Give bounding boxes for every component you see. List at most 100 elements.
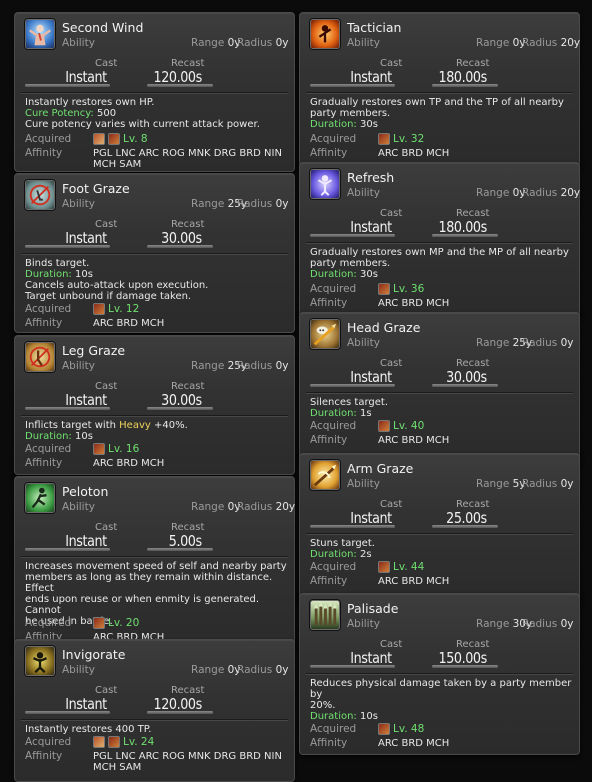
range-info: Range 5y	[476, 478, 526, 490]
tooltip-palisade: Palisade Ability Range 30y Radius 0y Cas…	[299, 593, 580, 755]
divider	[21, 556, 288, 557]
acquired-value: Lv. 8	[93, 133, 289, 145]
recast-value: 120.00s	[153, 695, 203, 713]
palisade-icon	[310, 600, 340, 630]
affinity-label: Affinity	[25, 147, 63, 159]
ability-description: Reduces physical damage taken by a party…	[310, 678, 572, 722]
ability-type: Ability	[62, 37, 95, 49]
affinity-label: Affinity	[310, 575, 348, 587]
archer-icon	[378, 723, 390, 735]
ability-type: Ability	[62, 360, 95, 372]
range-info: Range 0y	[191, 501, 241, 513]
acquired-label: Acquired	[310, 723, 357, 735]
head-graze-icon	[310, 319, 340, 349]
range-info: Range 0y	[476, 37, 526, 49]
archer-icon	[378, 420, 390, 432]
affinity-label: Affinity	[310, 434, 348, 446]
acquired-label: Acquired	[310, 133, 357, 145]
acquired-label: Acquired	[25, 303, 72, 315]
cast-value: Instant	[65, 532, 108, 550]
second-wind-icon	[25, 19, 55, 49]
radius-info: Radius 0y	[237, 198, 289, 210]
tooltip-peloton: Peloton Ability Range 0y Radius 20y Cast…	[14, 476, 295, 649]
recast-value: 25.00s	[446, 509, 487, 527]
ability-type: Ability	[347, 618, 380, 630]
ability-description: Silences target. Duration: 1s	[310, 397, 389, 419]
tooltip-foot-graze: Foot Graze Ability Range 25y Radius 0y C…	[14, 173, 295, 333]
ability-description: Stuns target. Duration: 2s	[310, 538, 375, 560]
ability-type: Ability	[347, 337, 380, 349]
tooltip-leg-graze: Leg Graze Ability Range 25y Radius 0y Ca…	[14, 335, 295, 475]
tooltip-invigorate: Invigorate Ability Range 0y Radius 0y Ca…	[14, 639, 295, 782]
archer-icon	[108, 736, 120, 748]
cast-value: Instant	[65, 695, 108, 713]
acquired-value: Lv. 12	[93, 303, 289, 315]
acquired-label: Acquired	[25, 736, 72, 748]
ability-name: Leg Graze	[62, 343, 126, 358]
radius-info: Radius 20y	[522, 187, 581, 199]
cast-value: Instant	[350, 68, 393, 86]
ability-description: Binds target. Duration: 10s Cancels auto…	[25, 258, 209, 302]
affinity-value: ARC BRD MCH	[93, 318, 165, 329]
acquired-label: Acquired	[310, 420, 357, 432]
radius-info: Radius 20y	[522, 37, 581, 49]
affinity-label: Affinity	[25, 750, 63, 762]
acquired-value: Lv. 44	[378, 561, 574, 573]
divider	[21, 92, 288, 93]
cast-value: Instant	[350, 368, 393, 386]
ability-type: Ability	[347, 37, 380, 49]
ability-name: Palisade	[347, 601, 399, 616]
acquired-label: Acquired	[310, 561, 357, 573]
ability-type: Ability	[347, 478, 380, 490]
archer-icon	[108, 133, 120, 145]
tooltip-head-graze: Head Graze Ability Range 25y Radius 0y C…	[299, 312, 580, 462]
acquired-value: Lv. 36	[378, 283, 574, 295]
archer-icon	[378, 133, 390, 145]
ability-description: Instantly restores own HP. Cure Potency:…	[25, 97, 260, 130]
ability-name: Second Wind	[62, 20, 144, 35]
radius-info: Radius 20y	[237, 501, 296, 513]
divider	[306, 533, 573, 534]
cast-value: Instant	[350, 218, 393, 236]
ability-name: Arm Graze	[347, 461, 414, 476]
recast-value: 120.00s	[153, 68, 203, 86]
ability-description: Inflicts target with Heavy +40%. Duratio…	[25, 420, 188, 442]
acquired-value: Lv. 24	[93, 736, 289, 748]
cast-value: Instant	[65, 391, 108, 409]
ability-name: Foot Graze	[62, 181, 130, 196]
recast-value: 150.00s	[438, 649, 488, 667]
ability-name: Invigorate	[62, 647, 126, 662]
ability-description: Instantly restores 400 TP.	[25, 724, 152, 735]
ability-name: Head Graze	[347, 320, 421, 335]
divider	[21, 719, 288, 720]
affinity-value: ARC BRD MCH	[378, 576, 450, 587]
tooltip-tactician: Tactician Ability Range 0y Radius 20y Ca…	[299, 12, 580, 167]
acquired-label: Acquired	[310, 283, 357, 295]
range-info: Range 0y	[476, 187, 526, 199]
ability-type: Ability	[62, 664, 95, 676]
recast-value: 30.00s	[161, 229, 202, 247]
ability-type: Ability	[347, 187, 380, 199]
acquired-value: Lv. 20	[93, 617, 289, 629]
archer-icon	[93, 617, 105, 629]
range-info: Range 0y	[191, 37, 241, 49]
acquired-value: Lv. 16	[93, 443, 289, 455]
leg-graze-icon	[25, 342, 55, 372]
recast-value: 180.00s	[438, 68, 488, 86]
tooltip-arm-graze: Arm Graze Ability Range 5y Radius 0y Cas…	[299, 453, 580, 603]
ability-name: Tactician	[347, 20, 402, 35]
affinity-value: ARC BRD MCH	[378, 298, 450, 309]
divider	[21, 253, 288, 254]
radius-info: Radius 0y	[237, 37, 289, 49]
ability-description: Gradually restores own MP and the MP of …	[310, 247, 569, 280]
divider	[306, 242, 573, 243]
ability-name: Refresh	[347, 170, 395, 185]
affinity-value: PGL LNC ARC ROG MNK DRG BRD NIN MCH SAM	[93, 148, 282, 170]
tooltip-second-wind: Second Wind Ability Range 0y Radius 0y C…	[14, 12, 295, 172]
radius-info: Radius 0y	[237, 664, 289, 676]
pugilist-icon	[93, 736, 105, 748]
archer-icon	[93, 303, 105, 315]
affinity-value: ARC BRD MCH	[378, 148, 450, 159]
affinity-value: ARC BRD MCH	[378, 435, 450, 446]
affinity-value: ARC BRD MCH	[378, 738, 450, 749]
